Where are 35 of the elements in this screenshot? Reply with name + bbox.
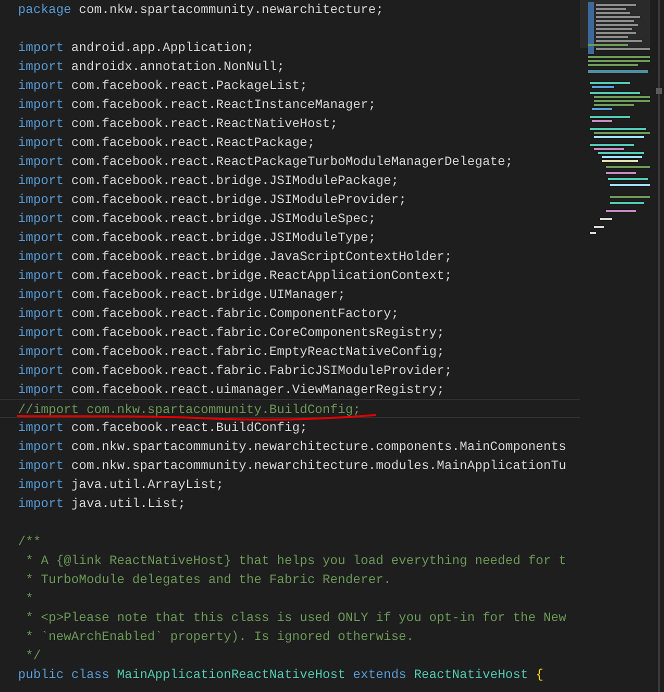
- code-line: * TurboModule delegates and the Fabric Renderer.: [24, 571, 392, 589]
- code-line: import com.facebook.react.BuildConfig;: [18, 419, 308, 437]
- code-line: * A {@link ReactNativeHost} that helps you load everything needed for t: [24, 552, 568, 570]
- code-line: import com.facebook.react.uimanager.ViewManagerRegistry;: [18, 381, 446, 399]
- code-line: /**: [18, 533, 42, 551]
- code-line: import android.app.Application;: [18, 39, 256, 57]
- code-line: import com.facebook.react.fabric.ComponentFactory;: [18, 305, 400, 323]
- code-line: import com.facebook.react.ReactPackage;: [18, 134, 316, 152]
- code-line: import com.facebook.react.bridge.JSIModulePackage;: [18, 172, 400, 190]
- code-line: import androidx.annotation.NonNull;: [18, 58, 286, 76]
- code-line: */: [24, 647, 42, 665]
- code-line: import com.facebook.react.bridge.ReactApplicationContext;: [18, 267, 453, 285]
- code-line: import com.facebook.react.bridge.JSIModuleSpec;: [18, 210, 377, 228]
- code-line: import com.facebook.react.ReactNativeHost;: [18, 115, 339, 133]
- code-line: import com.facebook.react.fabric.CoreComponentsRegistry;: [18, 324, 446, 342]
- code-line: //import com.nkw.spartacommunity.BuildConfig;: [0, 399, 580, 418]
- code-line: import com.facebook.react.ReactPackageTurboModuleManagerDelegate;: [18, 153, 514, 171]
- code-line: import com.facebook.react.fabric.FabricJSIModuleProvider;: [18, 362, 453, 380]
- code-line: * <p>Please note that this class is used ONLY if you opt-in for the New: [24, 609, 568, 627]
- code-line: import com.nkw.spartacommunity.newarchitecture.components.MainComponents: [18, 438, 568, 456]
- code-line: import com.nkw.spartacommunity.newarchitecture.modules.MainApplicationTu: [18, 457, 568, 475]
- scrollbar-thumb[interactable]: [656, 88, 662, 94]
- code-line: import com.facebook.react.ReactInstanceManager;: [18, 96, 377, 114]
- code-line: import java.util.List;: [18, 495, 187, 513]
- code-line: * `newArchEnabled` property). Is ignored otherwise.: [24, 628, 415, 646]
- code-line: public class MainApplicationReactNativeHost extends ReactNativeHost {: [18, 666, 544, 684]
- code-line: package com.nkw.spartacommunity.newarchitecture;: [18, 1, 384, 19]
- code-line: import java.util.ArrayList;: [18, 476, 225, 494]
- code-line: import com.facebook.react.fabric.EmptyReactNativeConfig;: [18, 343, 446, 361]
- code-line: import com.facebook.react.bridge.JSIModuleType;: [18, 229, 377, 247]
- code-line: *: [24, 590, 34, 608]
- code-line: import com.facebook.react.PackageList;: [18, 77, 308, 95]
- code-line: import com.facebook.react.bridge.JavaScriptContextHolder;: [18, 248, 453, 266]
- code-line: import com.facebook.react.bridge.UIManager;: [18, 286, 346, 304]
- code-line: import com.facebook.react.bridge.JSIModuleProvider;: [18, 191, 408, 209]
